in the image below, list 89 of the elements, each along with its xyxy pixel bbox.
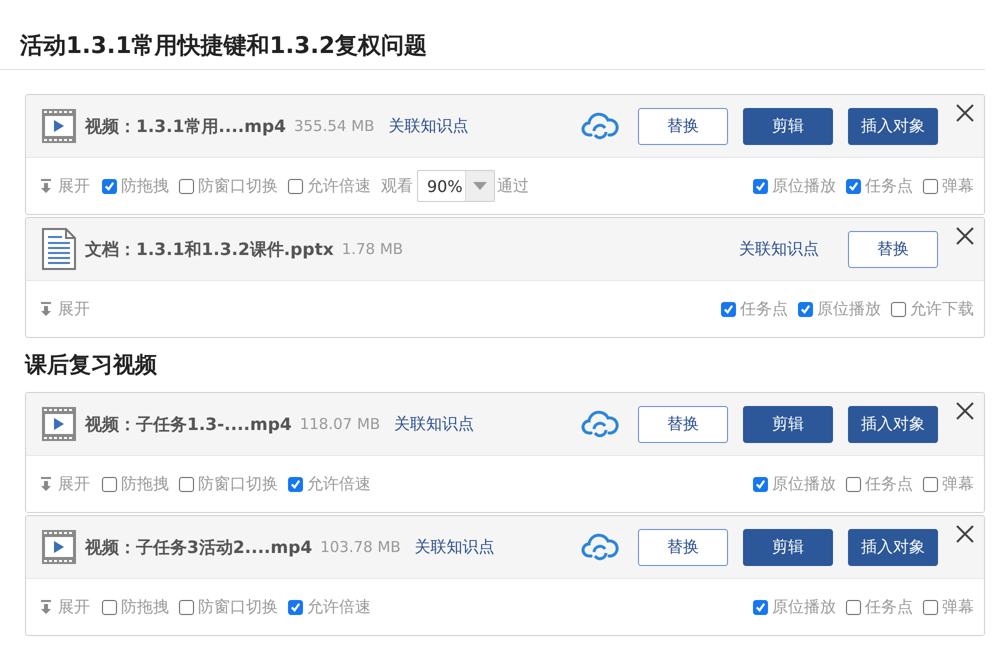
checkbox-label[interactable]: 防窗口切换 — [198, 176, 278, 196]
close-icon[interactable] — [955, 103, 975, 123]
cloud-sync-icon[interactable] — [581, 532, 619, 562]
cloud-sync-icon[interactable] — [581, 409, 619, 439]
checkbox[interactable] — [923, 178, 938, 194]
file-name: 视频：1.3.1常用....mp4 — [85, 116, 286, 138]
checkbox[interactable] — [179, 476, 194, 492]
checkbox[interactable] — [288, 600, 303, 614]
action-button[interactable]: 剪辑 — [743, 406, 833, 442]
action-button[interactable]: 插入对象 — [848, 528, 938, 566]
caret-icon — [473, 182, 487, 190]
checkbox-label[interactable]: 原位播放 — [817, 298, 881, 320]
file-name: 视频：子任务3活动2....mp4 — [85, 536, 312, 558]
expand-link[interactable]: 展开 — [58, 298, 90, 320]
checkbox[interactable] — [846, 600, 861, 614]
file-size: 1.78 MB — [342, 240, 404, 258]
checkbox[interactable] — [753, 600, 768, 614]
close-icon[interactable] — [955, 524, 975, 544]
checkbox-label[interactable]: 任务点 — [865, 474, 913, 494]
checkbox[interactable] — [179, 600, 194, 614]
checkbox-label[interactable]: 任务点 — [740, 298, 788, 320]
replace-button[interactable]: 替换 — [638, 406, 728, 442]
checkbox-label[interactable]: 弹幕 — [942, 176, 974, 196]
checkbox-label[interactable]: 弹幕 — [942, 596, 974, 618]
checkbox[interactable] — [288, 476, 303, 492]
action-button[interactable]: 插入对象 — [848, 108, 938, 144]
action-button[interactable]: 剪辑 — [743, 108, 833, 144]
checkbox-label[interactable]: 原位播放 — [772, 176, 836, 196]
download-arrow-icon — [40, 600, 52, 614]
film-icon — [41, 406, 77, 442]
checkbox[interactable] — [102, 476, 117, 492]
checkbox[interactable] — [102, 600, 117, 614]
percent-select[interactable]: 90% — [417, 170, 495, 202]
page-title: 活动1.3.1常用快捷键和1.3.2复权问题 — [0, 0, 985, 70]
related-knowledge-link[interactable]: 关联知识点 — [394, 414, 474, 434]
checkbox[interactable] — [891, 302, 906, 316]
checkbox[interactable] — [753, 476, 768, 492]
checkbox-label[interactable]: 任务点 — [865, 176, 913, 196]
section-heading: 课后复习视频 — [25, 352, 158, 380]
file-size: 103.78 MB — [320, 538, 401, 556]
related-knowledge-link[interactable]: 关联知识点 — [414, 536, 495, 558]
expand-link[interactable]: 展开 — [58, 176, 90, 196]
checkbox[interactable] — [288, 178, 303, 194]
file-name: 视频：子任务1.3-....mp4 — [85, 414, 292, 436]
related-knowledge-link[interactable]: 关联知识点 — [739, 238, 819, 260]
checkbox-label[interactable]: 原位播放 — [772, 474, 836, 494]
action-button[interactable]: 剪辑 — [743, 528, 833, 566]
replace-button[interactable]: 替换 — [638, 108, 728, 144]
checkbox[interactable] — [846, 476, 861, 492]
checkbox-label[interactable]: 任务点 — [865, 596, 913, 618]
checkbox[interactable] — [753, 178, 768, 194]
checkbox-label[interactable]: 弹幕 — [942, 474, 974, 494]
checkbox[interactable] — [179, 178, 194, 194]
document-icon — [41, 227, 77, 271]
action-button[interactable]: 插入对象 — [848, 406, 938, 442]
checkbox-label[interactable]: 防拖拽 — [121, 474, 169, 494]
checkbox-label[interactable]: 允许倍速 — [307, 176, 371, 196]
cloud-sync-icon[interactable] — [581, 111, 619, 141]
pass-label: 通过 — [497, 176, 529, 196]
film-icon — [41, 529, 77, 565]
checkbox[interactable] — [721, 302, 736, 316]
checkbox[interactable] — [102, 178, 117, 194]
checkbox-label[interactable]: 原位播放 — [772, 596, 836, 618]
file-name: 文档：1.3.1和1.3.2课件.pptx — [85, 238, 334, 260]
checkbox-label[interactable]: 防拖拽 — [121, 596, 169, 618]
checkbox-label[interactable]: 防窗口切换 — [198, 474, 278, 494]
download-arrow-icon — [40, 476, 52, 492]
expand-link[interactable]: 展开 — [58, 596, 90, 618]
expand-link[interactable]: 展开 — [58, 474, 90, 494]
download-arrow-icon — [40, 178, 52, 194]
checkbox-label[interactable]: 允许下载 — [910, 298, 974, 320]
film-icon — [41, 108, 77, 144]
replace-button[interactable]: 替换 — [848, 230, 938, 268]
file-size: 355.54 MB — [294, 117, 374, 135]
related-knowledge-link[interactable]: 关联知识点 — [388, 116, 468, 136]
checkbox-label[interactable]: 防窗口切换 — [198, 596, 278, 618]
checkbox[interactable] — [923, 600, 938, 614]
close-icon[interactable] — [955, 226, 975, 246]
checkbox-label[interactable]: 允许倍速 — [307, 474, 371, 494]
watch-label: 观看 — [381, 176, 413, 196]
close-icon[interactable] — [955, 401, 975, 421]
checkbox-label[interactable]: 允许倍速 — [307, 596, 371, 618]
checkbox-label[interactable]: 防拖拽 — [121, 176, 169, 196]
checkbox[interactable] — [798, 302, 813, 316]
checkbox[interactable] — [923, 476, 938, 492]
replace-button[interactable]: 替换 — [638, 528, 728, 566]
checkbox[interactable] — [846, 178, 861, 194]
file-size: 118.07 MB — [300, 415, 380, 433]
download-arrow-icon — [40, 302, 52, 316]
